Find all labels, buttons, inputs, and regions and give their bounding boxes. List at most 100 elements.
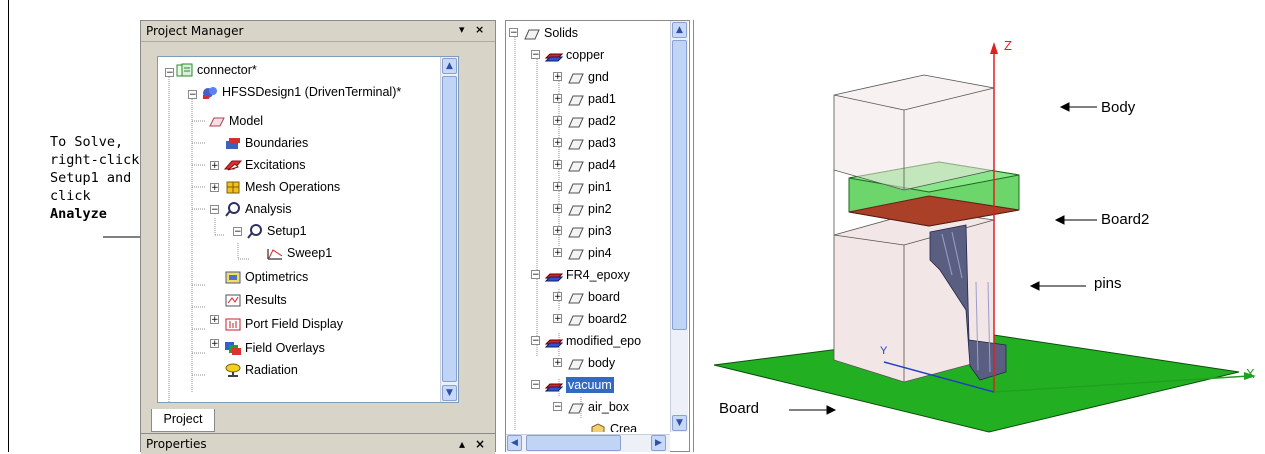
expand-toggle[interactable]: +	[553, 72, 562, 82]
project-tree-scrollbar[interactable]: ▲ ▼	[440, 57, 458, 402]
collapse-toggle[interactable]: −	[233, 227, 242, 237]
tree-item-field-overlays[interactable]: Field Overlays	[224, 337, 325, 359]
scroll-right-arrow-icon[interactable]: ▶	[651, 435, 666, 451]
expand-toggle[interactable]: +	[553, 292, 562, 302]
instruction-note: To Solve, right-click on Setup1 and clic…	[50, 133, 164, 223]
solid-icon	[567, 202, 585, 217]
scroll-down-arrow-icon[interactable]: ▼	[672, 415, 687, 431]
tree-item-setup1[interactable]: Setup1	[246, 220, 307, 242]
expand-toggle[interactable]: +	[553, 94, 562, 104]
scroll-thumb[interactable]	[442, 76, 457, 382]
scroll-up-arrow-icon[interactable]: ▲	[672, 22, 687, 38]
tree-item-label: Setup1	[267, 224, 307, 238]
solids-tree-item[interactable]: board2	[567, 308, 627, 330]
collapse-toggle[interactable]: −	[210, 205, 219, 215]
solid-icon	[567, 356, 585, 371]
solids-tree-item[interactable]: copper	[544, 44, 605, 66]
mesh-icon	[224, 180, 242, 195]
scroll-up-arrow-icon[interactable]: ▲	[442, 58, 457, 74]
solids-tree-item[interactable]: body	[567, 352, 615, 374]
expand-toggle[interactable]: +	[553, 204, 562, 214]
collapse-toggle[interactable]: −	[188, 90, 197, 100]
tree-item-radiation[interactable]: Radiation	[224, 359, 298, 381]
tab-project[interactable]: Project	[151, 409, 215, 432]
tree-item-optimetrics[interactable]: Optimetrics	[224, 266, 308, 288]
collapse-toggle[interactable]: −	[553, 402, 562, 412]
solids-tree-item[interactable]: Crea	[589, 418, 637, 432]
solids-tree-item[interactable]: Solids	[523, 22, 578, 44]
solids-tree-item[interactable]: pin2	[567, 198, 612, 220]
collapse-toggle[interactable]: −	[531, 50, 540, 60]
expand-toggle[interactable]: +	[553, 160, 562, 170]
collapse-toggle[interactable]: −	[531, 270, 540, 280]
collapse-toggle[interactable]: −	[509, 28, 518, 38]
project-tree: − connector* − HFSSDesign1 (DrivenTermin…	[157, 56, 459, 403]
tree-item-label: Results	[245, 293, 287, 307]
field-overlays-icon	[224, 341, 242, 356]
close-button[interactable]: ×	[475, 23, 484, 36]
solids-tree-item[interactable]: FR4_epoxy	[544, 264, 630, 286]
collapse-toggle[interactable]: −	[531, 336, 540, 346]
port-field-icon	[224, 317, 242, 332]
tree-item-model[interactable]: Model	[208, 110, 263, 132]
properties-pin-button[interactable]: ▴	[459, 437, 465, 451]
solids-tree-item-label: Crea	[610, 422, 638, 432]
solids-tree-vscrollbar[interactable]: ▲ ▼	[670, 21, 688, 432]
solids-tree-item[interactable]: pad1	[567, 88, 616, 110]
collapse-toggle[interactable]: −	[531, 380, 540, 390]
solids-tree-item[interactable]: gnd	[567, 66, 609, 88]
expand-toggle[interactable]: +	[553, 226, 562, 236]
tree-item-boundaries[interactable]: Boundaries	[224, 132, 308, 154]
solids-tree-hscrollbar[interactable]: ◀ ▶	[506, 434, 670, 452]
solids-tree-item[interactable]: board	[567, 286, 620, 308]
expand-toggle[interactable]: +	[553, 138, 562, 148]
expand-toggle[interactable]: +	[553, 248, 562, 258]
solid-icon	[567, 180, 585, 195]
tree-item-results[interactable]: Results	[224, 289, 287, 311]
tree-item-label: Model	[229, 114, 264, 128]
expand-toggle[interactable]: +	[553, 314, 562, 324]
label-pins: pins	[1094, 275, 1122, 292]
expand-toggle[interactable]: +	[210, 339, 219, 349]
modeler-3d-view[interactable]: Body Board2 pins Board Z Y X	[693, 20, 1265, 452]
create-icon	[589, 422, 607, 432]
collapse-toggle[interactable]: −	[165, 68, 174, 78]
properties-close-button[interactable]: ×	[475, 437, 485, 451]
expand-toggle[interactable]: +	[553, 182, 562, 192]
instruction-line-2: right-click on	[50, 152, 164, 168]
tree-item-project[interactable]: connector*	[176, 59, 257, 81]
tree-item-label: Field Overlays	[245, 341, 325, 355]
solids-tree-item[interactable]: pin1	[567, 176, 612, 198]
solids-tree-item[interactable]: vacuum	[544, 374, 614, 396]
pin-button[interactable]: ▾	[459, 23, 465, 36]
scroll-thumb[interactable]	[672, 40, 687, 330]
expand-toggle[interactable]: +	[210, 161, 219, 171]
tree-item-port-field-display[interactable]: Port Field Display	[224, 313, 343, 335]
expand-toggle[interactable]: +	[210, 183, 219, 193]
material-icon	[544, 334, 564, 349]
tree-item-hfss-design[interactable]: HFSSDesign1 (DrivenTerminal)*	[201, 81, 401, 103]
expand-toggle[interactable]: +	[553, 116, 562, 126]
tree-item-excitations[interactable]: Excitations	[223, 154, 305, 176]
solids-tree-item[interactable]: pad3	[567, 132, 616, 154]
solids-tree-item[interactable]: air_box	[567, 396, 629, 418]
expand-toggle[interactable]: +	[210, 315, 219, 325]
solid-icon	[567, 70, 585, 85]
solids-tree-item-label: copper	[566, 48, 605, 62]
expand-toggle[interactable]: +	[553, 358, 562, 368]
scroll-left-arrow-icon[interactable]: ◀	[507, 435, 522, 451]
solids-tree-item[interactable]: pin4	[567, 242, 612, 264]
solids-tree-item-label: pad1	[588, 92, 616, 106]
tree-item-mesh-operations[interactable]: Mesh Operations	[224, 176, 340, 198]
scroll-down-arrow-icon[interactable]: ▼	[442, 385, 457, 401]
solid-icon	[567, 158, 585, 173]
solids-tree-item[interactable]: pad2	[567, 110, 616, 132]
results-icon	[224, 293, 242, 308]
sweep-icon	[266, 246, 284, 261]
tree-item-sweep1[interactable]: Sweep1	[266, 242, 332, 264]
solids-tree-item[interactable]: modified_epo	[544, 330, 641, 352]
solids-tree-item[interactable]: pad4	[567, 154, 616, 176]
scroll-thumb-horizontal[interactable]	[526, 435, 621, 451]
solids-tree-item[interactable]: pin3	[567, 220, 612, 242]
tree-item-analysis[interactable]: Analysis	[224, 198, 292, 220]
